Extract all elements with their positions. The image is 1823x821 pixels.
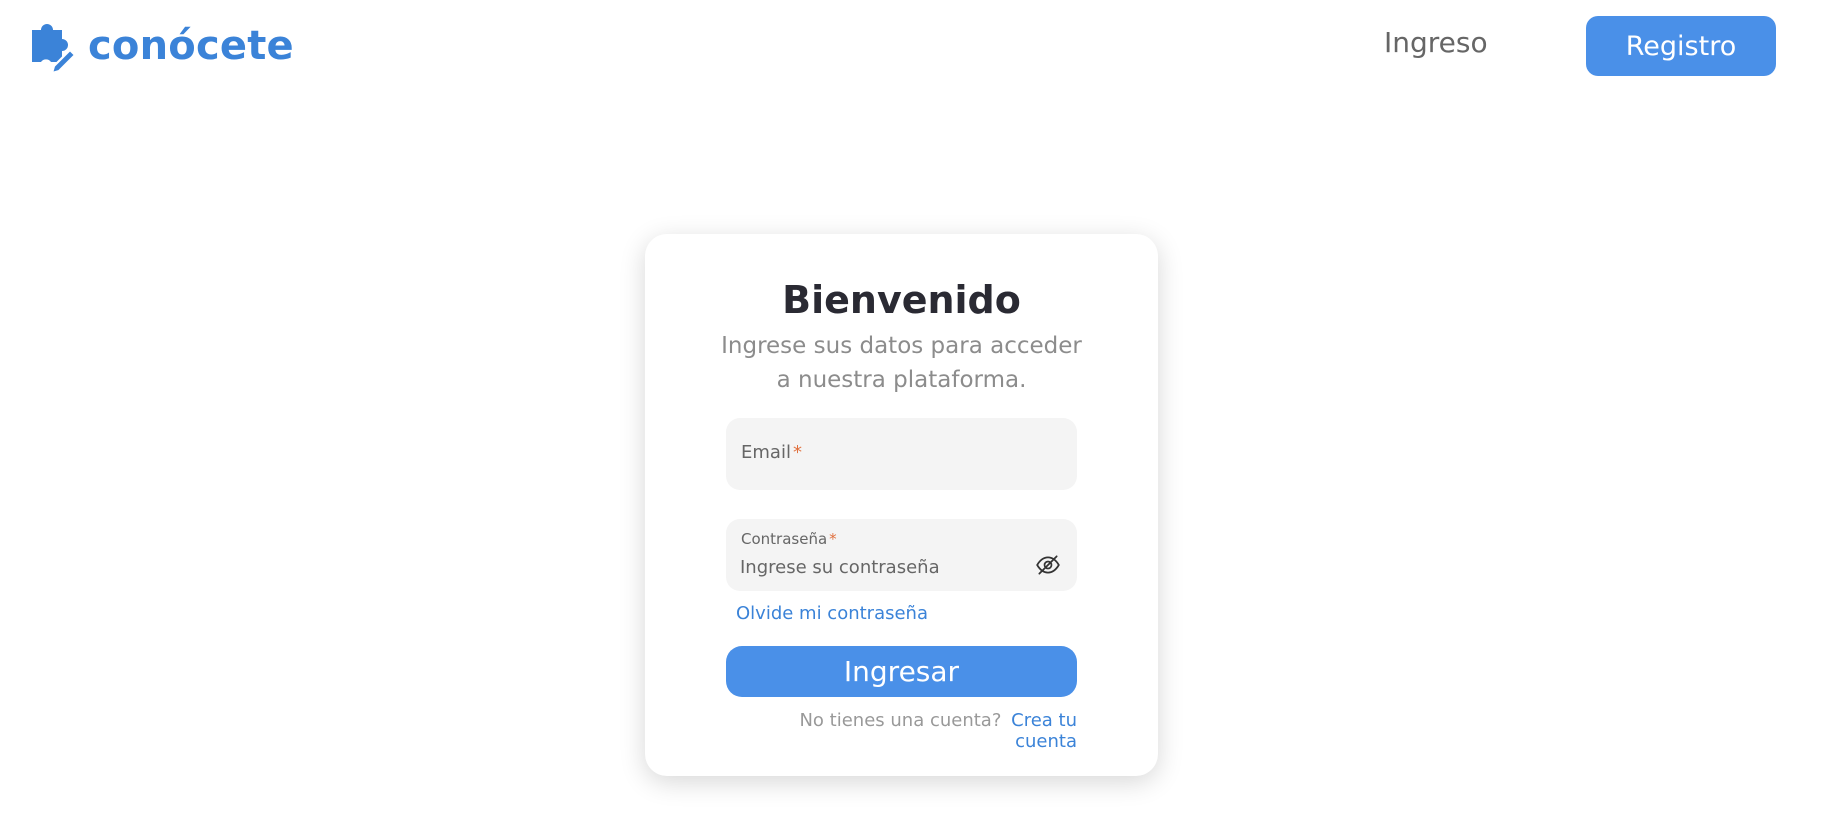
login-subtitle: Ingrese sus datos para acceder a nuestra… — [721, 333, 1082, 393]
create-account-link[interactable]: Crea tu cuenta — [1011, 710, 1077, 752]
brand-logo[interactable]: conócete — [28, 20, 294, 72]
signup-prompt-row: No tienes una cuenta? Crea tu cuenta — [736, 710, 1077, 752]
top-navigation-bar: conócete Ingreso Registro — [0, 0, 1823, 90]
brand-name: conócete — [88, 23, 294, 69]
signup-question: No tienes una cuenta? — [799, 710, 1002, 731]
forgot-password-link[interactable]: Olvide mi contraseña — [736, 603, 928, 624]
password-label: Contraseña * — [741, 530, 837, 548]
login-submit-button[interactable]: Ingresar — [726, 646, 1077, 697]
puzzle-pencil-icon — [32, 24, 77, 72]
required-mark: * — [829, 530, 837, 548]
password-input[interactable] — [740, 553, 1020, 581]
eye-off-icon[interactable] — [1035, 552, 1061, 578]
email-field[interactable]: Email * — [726, 418, 1077, 490]
nav-login-link[interactable]: Ingreso — [1384, 26, 1488, 59]
login-card: Bienvenido Ingrese sus datos para accede… — [645, 234, 1158, 776]
login-title: Bienvenido — [782, 278, 1021, 322]
password-label-text: Contraseña — [741, 530, 828, 548]
password-field[interactable]: Contraseña * — [726, 519, 1077, 591]
email-input[interactable] — [726, 418, 1077, 490]
nav-register-button[interactable]: Registro — [1586, 16, 1776, 76]
